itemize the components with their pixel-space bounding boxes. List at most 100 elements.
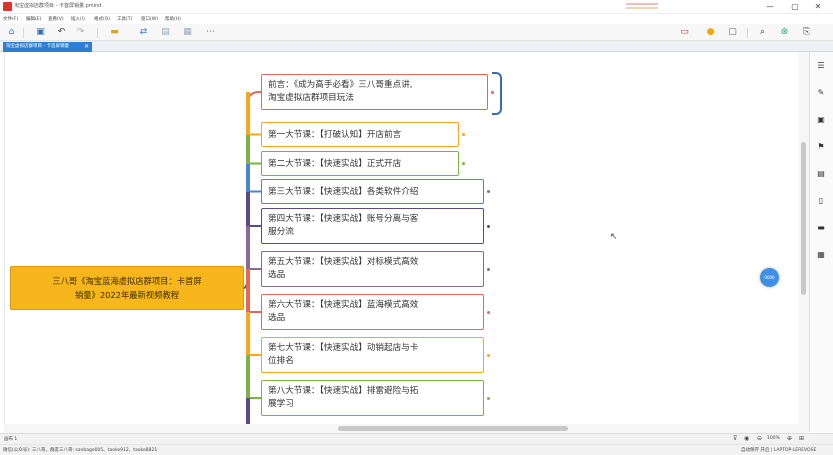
menu-window[interactable]: 窗口(W) xyxy=(141,16,158,22)
topic-line1: 第二大节课：【快速实战】正式开店 xyxy=(268,159,402,169)
collapse-dot[interactable] xyxy=(487,310,490,314)
footer-bar: 微信(公众号): 三八哥，群友三八哥: sanbage005、taoke912、… xyxy=(0,444,833,455)
collapse-dot[interactable] xyxy=(487,396,490,400)
zoom-in-icon[interactable]: ⊕ xyxy=(787,435,792,442)
image-icon[interactable]: ▢ xyxy=(726,26,739,39)
eye-icon[interactable]: ◉ xyxy=(744,435,749,442)
collapse-dot[interactable] xyxy=(487,224,490,228)
topic-line1: 第三大节课：【快速实战】各类软件介绍 xyxy=(268,187,419,197)
floating-assistant-button[interactable]: 0000 xyxy=(760,268,779,287)
vertical-scroll-thumb[interactable] xyxy=(801,142,806,295)
picture-icon[interactable]: ▣ xyxy=(816,115,826,125)
home-icon[interactable]: ⌂ xyxy=(5,26,18,39)
footer-status: 自动保存 开启 | LAPTOP-LEREVOSE xyxy=(741,448,817,453)
summary-bracket xyxy=(492,72,502,115)
topic-line2: 展学习 xyxy=(268,399,294,409)
task-icon[interactable]: ▦ xyxy=(816,250,826,260)
topic-line1: 第五大节课：【快速实战】对标模式高效 xyxy=(268,257,419,267)
style-brush-icon[interactable]: ✎ xyxy=(816,88,826,98)
topic-preface[interactable]: 前言：《成为高手必看》三八哥重点讲, 淘宝虚拟店群项目玩法 xyxy=(261,74,488,110)
collapse-dot[interactable] xyxy=(487,353,490,357)
branch-line xyxy=(246,269,250,312)
topic-line2: 选品 xyxy=(268,313,286,323)
menu-tools[interactable]: 工具(T) xyxy=(117,16,132,22)
menu-file[interactable]: 文件(F) xyxy=(3,16,18,22)
title-bar: 淘宝虚拟店群项目 - 卡首屏销量.pmind — ▢ ✕ xyxy=(0,0,833,14)
gallery-icon[interactable]: ▤ xyxy=(816,169,826,179)
tab-close-icon[interactable]: ✕ xyxy=(84,42,89,52)
more-icon[interactable]: ⋯ xyxy=(204,26,217,39)
share-icon[interactable]: ⊛ xyxy=(778,26,791,39)
redo-icon[interactable]: ↷ xyxy=(74,26,87,39)
footer-info: 微信(公众号): 三八哥，群友三八哥: sanbage005、taoke912、… xyxy=(3,448,158,453)
search-icon[interactable]: ⌕ xyxy=(756,26,769,39)
comment-icon[interactable]: ▬ xyxy=(816,223,826,233)
root-topic-line2: 销量》2022年最新视频教程 xyxy=(74,290,180,300)
branch-line xyxy=(246,191,250,226)
topic-line2: 淘宝虚拟店群项目玩法 xyxy=(268,93,354,103)
close-button[interactable]: ✕ xyxy=(811,1,825,13)
topic-lesson-4[interactable]: 第四大节课：【快速实战】账号分离与客 服分流 xyxy=(261,208,484,244)
tab-document[interactable]: 淘宝虚拟店群项目 - 卡首屏销量 ✕ xyxy=(3,42,92,52)
branch-line xyxy=(246,312,250,355)
relation-icon[interactable]: ⇄ xyxy=(137,26,150,39)
topic-line2: 选品 xyxy=(268,270,286,280)
branch-line xyxy=(246,134,250,164)
app-window: 淘宝虚拟店群项目 - 卡首屏销量.pmind — ▢ ✕ 文件(F) 编辑(E)… xyxy=(0,0,833,455)
toolbar-separator xyxy=(747,28,748,38)
summary-icon[interactable]: ▤ xyxy=(159,26,172,39)
outline-icon[interactable]: ☰ xyxy=(816,61,826,71)
mouse-cursor-icon: ↖ xyxy=(610,232,618,242)
root-topic-line1: 三八哥《淘宝蓝海虚拟店群项目：卡首屏 xyxy=(52,276,202,286)
collapse-dot[interactable] xyxy=(462,133,465,136)
menu-view[interactable]: 查看(V) xyxy=(48,16,64,22)
branch-line xyxy=(246,163,250,192)
topic-lesson-7[interactable]: 第七大节课：【快速实战】动销起店与卡 位排名 xyxy=(261,337,484,373)
save-icon[interactable]: ▣ xyxy=(34,26,47,39)
menu-insert[interactable]: 插入(I) xyxy=(71,16,85,22)
root-topic[interactable]: 三八哥《淘宝蓝海虚拟店群项目：卡首屏 销量》2022年最新视频教程 xyxy=(10,266,244,310)
menu-format[interactable]: 格式(O) xyxy=(94,16,110,22)
canvas-status-bar: 画布 1 ⊽ ◉ ⊖ 100% ⊕ ⊞ xyxy=(0,433,833,444)
branch-line xyxy=(246,226,250,269)
zoom-out-icon[interactable]: ⊖ xyxy=(757,435,762,442)
filter-icon[interactable]: ⊽ xyxy=(733,435,737,442)
menu-help[interactable]: 帮助(H) xyxy=(165,16,181,22)
style-icon[interactable]: ▬ xyxy=(108,26,121,39)
toolbar: ⌂ ▣ ↶ ↷ ▬ ⇄ ▤ ▦ ⋯ ▭ ● ▢ ⌕ ⊛ ⎘ xyxy=(0,24,833,41)
collapse-dot[interactable] xyxy=(487,190,490,193)
note-icon[interactable]: ▯ xyxy=(816,196,826,206)
collapse-dot[interactable] xyxy=(462,162,465,165)
topic-line1: 第四大节课：【快速实战】账号分离与客 xyxy=(268,214,419,224)
minimize-button[interactable]: — xyxy=(763,1,777,13)
topic-lesson-2[interactable]: 第二大节课：【快速实战】正式开店 xyxy=(261,151,459,176)
tab-label: 淘宝虚拟店群项目 - 卡首屏销量 xyxy=(6,44,69,49)
boundary-icon[interactable]: ▦ xyxy=(181,26,194,39)
toolbar-separator xyxy=(23,28,24,38)
undo-icon[interactable]: ↶ xyxy=(55,26,68,39)
topic-lesson-3[interactable]: 第三大节课：【快速实战】各类软件介绍 xyxy=(261,179,484,204)
window-title: 淘宝虚拟店群项目 - 卡首屏销量.pmind xyxy=(14,3,102,9)
topic-lesson-6[interactable]: 第六大节课：【快速实战】蓝海模式高效 选品 xyxy=(261,294,484,330)
flag-icon[interactable]: ⚑ xyxy=(816,142,826,152)
branch-line xyxy=(246,355,250,398)
topic-lesson-5[interactable]: 第五大节课：【快速实战】对标模式高效 选品 xyxy=(261,251,484,287)
topic-lesson-8[interactable]: 第八大节课：【快速实战】排雷避险与拓 展学习 xyxy=(261,380,484,416)
topic-line1: 前言：《成为高手必看》三八哥重点讲, xyxy=(268,80,413,90)
idea-icon[interactable]: ● xyxy=(704,26,717,39)
export-icon[interactable]: ⎘ xyxy=(800,26,813,39)
topic-lesson-1[interactable]: 第一大节课：【打破认知】开店前言 xyxy=(261,122,459,147)
zoom-level: 100% xyxy=(767,436,780,441)
collapse-dot[interactable] xyxy=(487,267,490,271)
toolbar-separator xyxy=(97,28,98,38)
menu-bar: 文件(F) 编辑(E) 查看(V) 插入(I) 格式(O) 工具(T) 窗口(W… xyxy=(0,14,833,24)
maximize-button[interactable]: ▢ xyxy=(788,1,802,13)
canvas-name[interactable]: 画布 1 xyxy=(4,436,17,442)
fit-icon[interactable]: ⊞ xyxy=(799,435,804,442)
present-icon[interactable]: ▭ xyxy=(678,26,691,39)
topic-line1: 第八大节课：【快速实战】排雷避险与拓 xyxy=(268,386,419,396)
horizontal-scroll-thumb[interactable] xyxy=(338,426,568,431)
menu-edit[interactable]: 编辑(E) xyxy=(26,16,41,22)
app-logo-icon xyxy=(3,2,12,11)
topic-line2: 服分流 xyxy=(268,227,294,237)
